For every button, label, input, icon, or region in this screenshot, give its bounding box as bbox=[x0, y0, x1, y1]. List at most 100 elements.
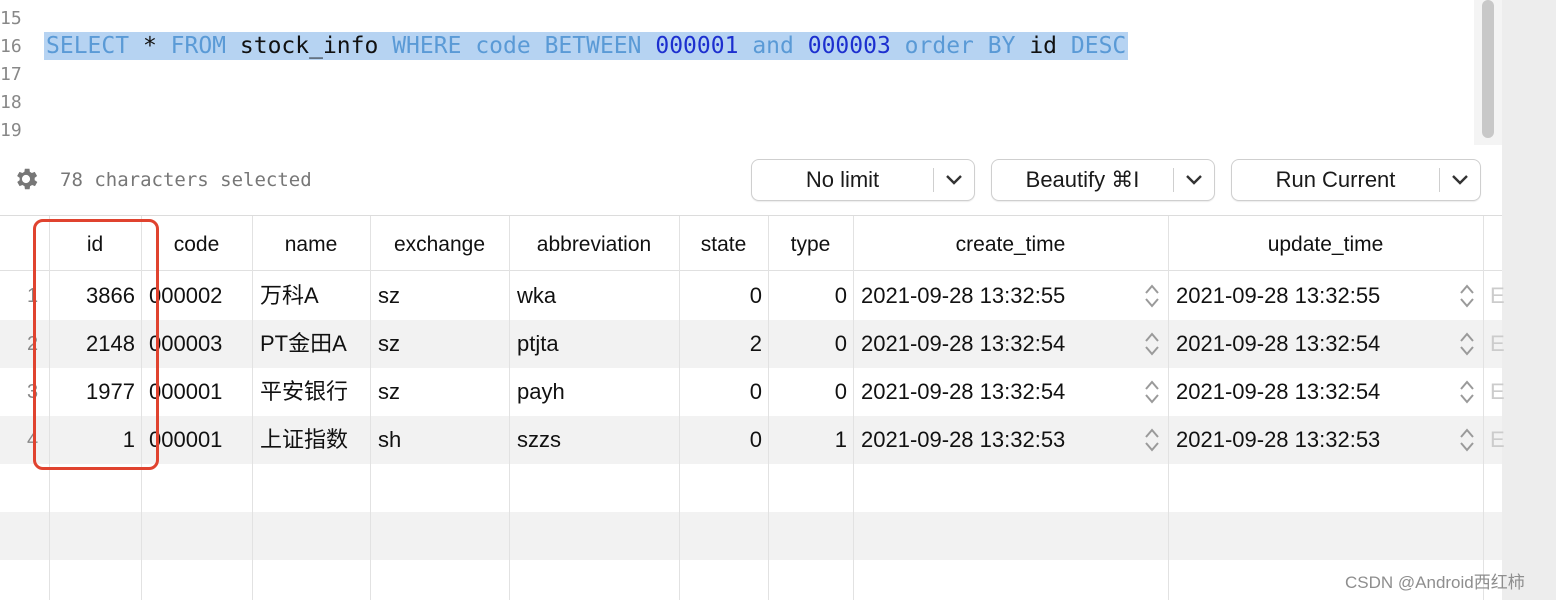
limit-label: No limit bbox=[805, 167, 880, 192]
selection-status: 78 characters selected bbox=[60, 169, 312, 191]
stepper-icon[interactable] bbox=[1459, 427, 1475, 453]
cell-abbreviation[interactable]: wka bbox=[509, 272, 679, 320]
cell-update-time[interactable]: 2021-09-28 13:32:53 bbox=[1168, 416, 1443, 464]
stepper-icon[interactable] bbox=[1144, 379, 1160, 405]
cell-create-time[interactable]: 2021-09-28 13:32:53 bbox=[853, 416, 1128, 464]
limit-dropdown[interactable]: No limit bbox=[751, 159, 975, 201]
table-row[interactable]: 3 1977 000001 平安银行 sz payh 0 0 2021-09-28 13:32:… bbox=[0, 368, 1505, 416]
cell-exchange[interactable]: sh bbox=[370, 416, 509, 464]
overflow-cell: E bbox=[1490, 427, 1505, 452]
cell-state[interactable]: 0 bbox=[679, 368, 768, 416]
cell-exchange[interactable]: sz bbox=[370, 272, 509, 320]
column-divider bbox=[768, 216, 769, 600]
sql-editor[interactable]: 15 16 17 18 19 SELECT * FROM stock_info … bbox=[0, 0, 1502, 145]
chevron-down-icon[interactable] bbox=[1174, 174, 1214, 186]
sql-token: SELECT bbox=[46, 33, 130, 59]
cell-name[interactable]: PT金田A bbox=[252, 320, 370, 368]
stepper-icon[interactable] bbox=[1144, 283, 1160, 309]
cell-create-time[interactable]: 2021-09-28 13:32:55 bbox=[853, 272, 1128, 320]
editor-scrollbar[interactable] bbox=[1474, 0, 1502, 145]
cell-name[interactable]: 平安银行 bbox=[252, 368, 370, 416]
sql-token: DESC bbox=[1070, 33, 1127, 59]
results-grid: id code name exchange abbreviation state type c… bbox=[0, 216, 1505, 600]
empty-row bbox=[0, 512, 1502, 560]
column-header-name[interactable]: name bbox=[252, 216, 370, 270]
gear-icon[interactable] bbox=[12, 165, 40, 193]
stepper-icon[interactable] bbox=[1459, 379, 1475, 405]
cell-name[interactable]: 万科A bbox=[252, 272, 370, 320]
cell-state[interactable]: 0 bbox=[679, 416, 768, 464]
watermark: CSDN @Android西红柿 bbox=[1345, 573, 1525, 592]
cell-update-time[interactable]: 2021-09-28 13:32:54 bbox=[1168, 368, 1443, 416]
cell-type[interactable]: 0 bbox=[768, 272, 853, 320]
column-header-update-time[interactable]: update_time bbox=[1168, 216, 1483, 270]
editor-scroll-thumb[interactable] bbox=[1482, 0, 1494, 138]
sql-token: WHERE bbox=[392, 33, 462, 59]
cell-type[interactable]: 0 bbox=[768, 368, 853, 416]
sql-token: and bbox=[752, 33, 794, 59]
chevron-down-icon[interactable] bbox=[934, 174, 974, 186]
cell-state[interactable]: 2 bbox=[679, 320, 768, 368]
run-current-button[interactable]: Run Current bbox=[1231, 159, 1481, 201]
cell-abbreviation[interactable]: ptjta bbox=[509, 320, 679, 368]
cell-type[interactable]: 1 bbox=[768, 416, 853, 464]
line-number: 15 bbox=[0, 8, 22, 29]
cell-update-time[interactable]: 2021-09-28 13:32:55 bbox=[1168, 272, 1443, 320]
column-header-exchange[interactable]: exchange bbox=[370, 216, 509, 270]
sql-token: stock_info bbox=[226, 33, 393, 59]
column-divider bbox=[370, 216, 371, 600]
sql-token: BETWEEN bbox=[544, 33, 642, 59]
line-number: 16 bbox=[0, 36, 22, 57]
chevron-down-icon[interactable] bbox=[1440, 174, 1480, 186]
sql-token: 000001 bbox=[655, 33, 739, 59]
cell-update-time[interactable]: 2021-09-28 13:32:54 bbox=[1168, 320, 1443, 368]
line-number: 17 bbox=[0, 64, 22, 85]
line-number: 18 bbox=[0, 92, 22, 113]
right-side-panel bbox=[1502, 0, 1556, 600]
sql-token: code bbox=[475, 33, 531, 59]
cell-exchange[interactable]: sz bbox=[370, 368, 509, 416]
column-header-type[interactable]: type bbox=[768, 216, 853, 270]
stepper-icon[interactable] bbox=[1459, 331, 1475, 357]
cell-state[interactable]: 0 bbox=[679, 272, 768, 320]
cell-create-time[interactable]: 2021-09-28 13:32:54 bbox=[853, 320, 1128, 368]
column-header-create-time[interactable]: create_time bbox=[853, 216, 1168, 270]
stepper-icon[interactable] bbox=[1144, 331, 1160, 357]
column-divider bbox=[1168, 216, 1169, 600]
selected-query-line[interactable]: SELECT * FROM stock_info WHERE code BETW… bbox=[44, 32, 1129, 60]
column-divider bbox=[1483, 216, 1484, 600]
cell-abbreviation[interactable]: szzs bbox=[509, 416, 679, 464]
column-header-abbreviation[interactable]: abbreviation bbox=[509, 216, 679, 270]
grid-header: id code name exchange abbreviation state type c… bbox=[0, 216, 1502, 271]
beautify-button[interactable]: Beautify ⌘I bbox=[991, 159, 1215, 201]
table-row[interactable]: 1 3866 000002 万科A sz wka 0 0 2021-09-28 13:32:55… bbox=[0, 272, 1505, 320]
cell-name[interactable]: 上证指数 bbox=[252, 416, 370, 464]
sql-token: BY bbox=[987, 33, 1016, 59]
query-toolbar: 78 characters selected No limit Beautify… bbox=[0, 145, 1502, 216]
overflow-cell: E bbox=[1490, 379, 1505, 404]
table-row[interactable]: 2 2148 000003 PT金田A sz ptjta 2 0 2021-09-28 13:3… bbox=[0, 320, 1505, 368]
line-number: 19 bbox=[0, 120, 22, 141]
cell-exchange[interactable]: sz bbox=[370, 320, 509, 368]
table-row[interactable]: 4 1 000001 上证指数 sh szzs 0 1 2021-09-28 13:32:53 2… bbox=[0, 416, 1505, 464]
column-divider bbox=[509, 216, 510, 600]
cell-create-time[interactable]: 2021-09-28 13:32:54 bbox=[853, 368, 1128, 416]
cell-abbreviation[interactable]: payh bbox=[509, 368, 679, 416]
run-current-label: Run Current bbox=[1275, 167, 1396, 192]
cell-type[interactable]: 0 bbox=[768, 320, 853, 368]
column-divider bbox=[853, 216, 854, 600]
overflow-cell: E bbox=[1490, 331, 1505, 356]
stepper-icon[interactable] bbox=[1459, 283, 1475, 309]
stepper-icon[interactable] bbox=[1144, 427, 1160, 453]
column-divider bbox=[252, 216, 253, 600]
column-header-state[interactable]: state bbox=[679, 216, 768, 270]
sql-token: id bbox=[1015, 33, 1071, 59]
highlight-box bbox=[33, 219, 159, 470]
